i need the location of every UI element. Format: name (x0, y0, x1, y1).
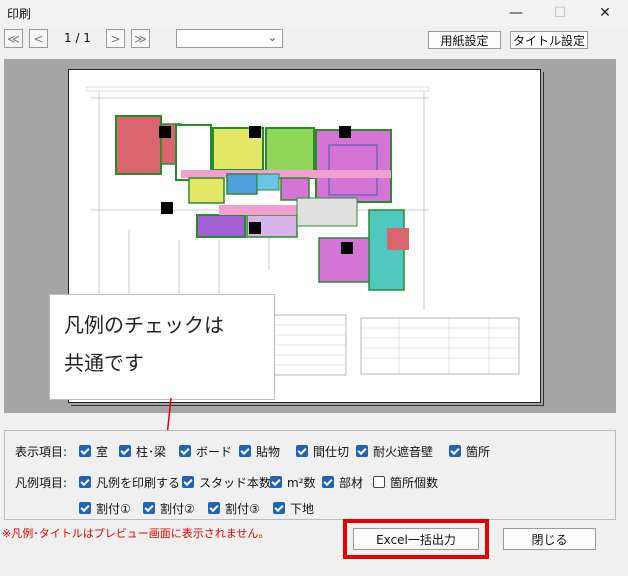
checkbox-5[interactable]: 割付① (79, 500, 131, 516)
checkbox-label: ボード (196, 444, 233, 459)
chevron-down-icon: ⌄ (267, 31, 277, 44)
checkbox-checked-icon[interactable] (273, 502, 285, 514)
checkbox-7[interactable]: 割付③ (208, 500, 260, 516)
checkbox-label: 下地 (290, 501, 315, 516)
checkbox-checked-icon[interactable] (322, 476, 334, 488)
minimize-button[interactable]: — (496, 0, 536, 26)
checkbox-6[interactable]: 割付② (143, 500, 195, 516)
double-right-icon: ≫ (134, 31, 147, 46)
checkbox-checked-icon[interactable] (179, 445, 191, 457)
checkbox-2[interactable]: ボード (179, 443, 232, 459)
checkbox-checked-icon[interactable] (119, 445, 131, 457)
checkbox-checked-icon[interactable] (270, 476, 282, 488)
checkbox-label: 割付② (160, 501, 195, 516)
checkbox-label: 箇所 (466, 444, 491, 459)
checkbox-4[interactable]: 間仕切 (296, 443, 349, 459)
close-button[interactable]: 閉じる (503, 528, 596, 550)
last-page-button[interactable]: ≫ (131, 29, 150, 48)
checkbox-0[interactable]: 室 (79, 443, 108, 459)
legend-items-row-2: 割付① 割付② 割付③ 下地 (0, 500, 628, 516)
checkbox-checked-icon[interactable] (143, 502, 155, 514)
checkbox-2[interactable]: m²数 (270, 474, 316, 490)
checkbox-8[interactable]: 下地 (273, 500, 314, 516)
checkbox-3[interactable]: 部材 (322, 474, 363, 490)
chevron-right-icon: > (110, 31, 121, 46)
title-settings-button[interactable]: タイトル設定 (510, 31, 588, 49)
checkbox-checked-icon[interactable] (356, 445, 368, 457)
page-indicator: 1 / 1 (64, 31, 91, 45)
maximize-button[interactable]: ☐ (540, 0, 580, 26)
checkbox-checked-icon[interactable] (79, 476, 91, 488)
checkbox-label: 貼物 (256, 444, 281, 459)
checkbox-3[interactable]: 貼物 (239, 443, 280, 459)
legend-items-row: 凡例を印刷する スタッド本数 m²数 部材 箇所個数 (0, 474, 628, 490)
minimize-icon: — (509, 5, 523, 21)
checkbox-6[interactable]: 箇所 (449, 443, 490, 459)
checkbox-label: 柱･梁 (136, 444, 167, 459)
checkbox-label: 凡例を印刷する (96, 475, 181, 490)
checkbox-label: 箇所個数 (390, 475, 439, 490)
checkbox-4[interactable]: 箇所個数 (373, 474, 438, 490)
checkbox-label: m²数 (287, 475, 316, 490)
checkbox-checked-icon[interactable] (449, 445, 461, 457)
prev-page-button[interactable]: < (29, 29, 48, 48)
checkbox-checked-icon[interactable] (239, 445, 251, 457)
close-icon: ✕ (599, 5, 611, 21)
checkbox-checked-icon[interactable] (79, 502, 91, 514)
checkbox-1[interactable]: スタッド本数 (182, 474, 271, 490)
checkbox-5[interactable]: 耐火遮音壁 (356, 443, 433, 459)
maximize-icon: ☐ (553, 5, 567, 21)
checkbox-unchecked-icon[interactable] (373, 476, 385, 488)
chevron-left-icon: < (33, 31, 44, 46)
checkbox-checked-icon[interactable] (182, 476, 194, 488)
checkbox-checked-icon[interactable] (296, 445, 308, 457)
checkbox-label: 割付① (96, 501, 131, 516)
close-window-button[interactable]: ✕ (585, 0, 625, 26)
callout-line-1: 凡例のチェックは (64, 313, 224, 337)
warning-note: ※凡例･タイトルはプレビュー画面に表示されません。 (2, 527, 270, 540)
checkbox-0[interactable]: 凡例を印刷する (79, 474, 180, 490)
callout-note: 凡例のチェックは 共通です (49, 294, 275, 400)
checkbox-checked-icon[interactable] (79, 445, 91, 457)
checkbox-1[interactable]: 柱･梁 (119, 443, 166, 459)
next-page-button[interactable]: > (106, 29, 125, 48)
display-items-row: 室 柱･梁 ボード 貼物 間仕切 耐火遮音壁 箇所 (0, 443, 628, 459)
checkbox-label: 部材 (339, 475, 364, 490)
page-select[interactable]: ⌄ (176, 29, 283, 48)
excel-export-button[interactable]: Excel一括出力 (353, 528, 479, 550)
window-title: 印刷 (7, 7, 32, 21)
checkbox-label: 室 (96, 444, 109, 459)
paper-settings-button[interactable]: 用紙設定 (428, 31, 501, 49)
checkbox-label: スタッド本数 (199, 475, 272, 490)
checkbox-checked-icon[interactable] (208, 502, 220, 514)
checkbox-label: 耐火遮音壁 (373, 444, 434, 459)
checkbox-label: 間仕切 (313, 444, 350, 459)
callout-line-2: 共通です (64, 351, 144, 375)
double-left-icon: ≪ (7, 31, 20, 46)
first-page-button[interactable]: ≪ (4, 29, 23, 48)
checkbox-label: 割付③ (225, 501, 260, 516)
